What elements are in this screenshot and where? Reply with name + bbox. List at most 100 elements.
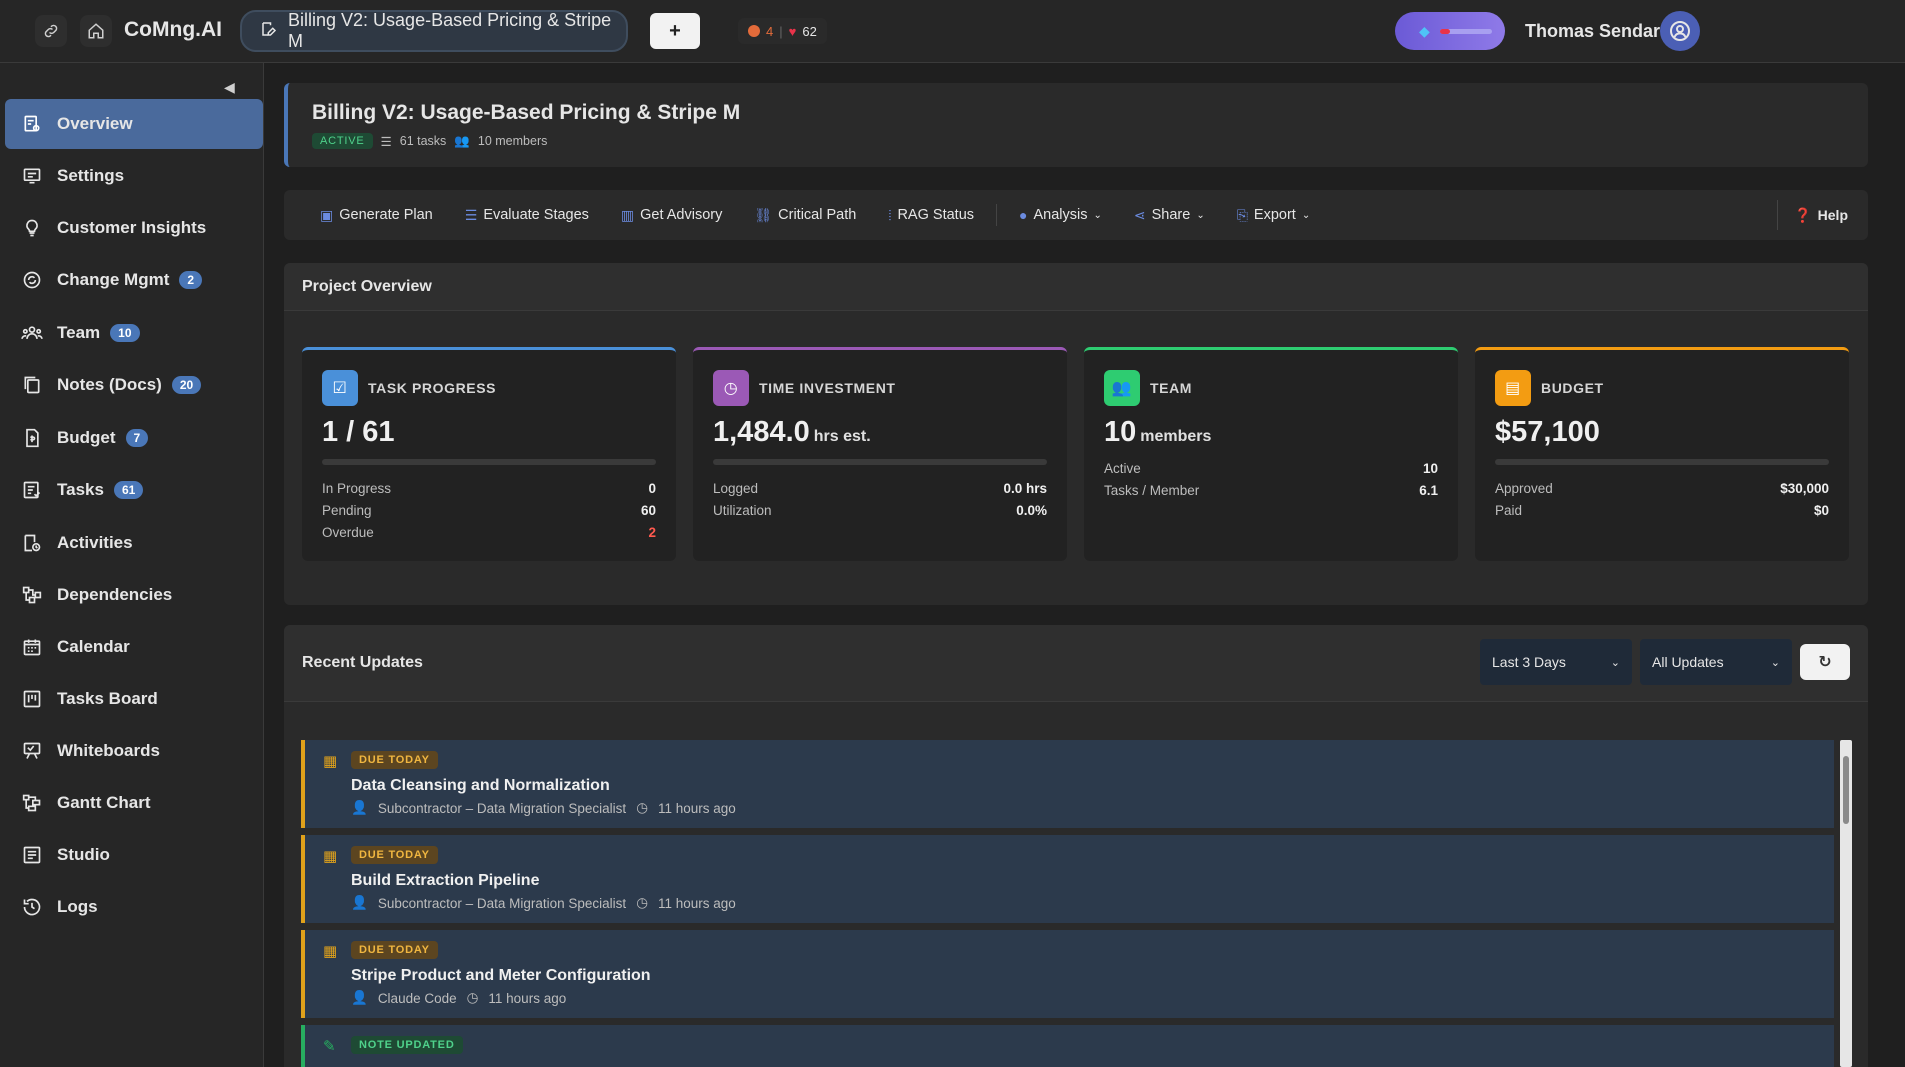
time-investment-card: ◷ TIME INVESTMENT 1,484.0 hrs est. Logged 0… <box>693 347 1067 561</box>
update-author: Subcontractor – Data Migration Specialis… <box>377 895 627 911</box>
settings-icon <box>21 165 43 187</box>
progress-bar <box>713 459 1047 465</box>
sidebar-item-label: Notes (Docs) <box>57 375 162 394</box>
sidebar-item-label: Dependencies <box>57 585 173 604</box>
action-toolbar: ▣ Generate Plan ☰ Evaluate Stages ▥ Get Adv… <box>284 190 1868 240</box>
stat-row: Paid $0 <box>1495 502 1829 518</box>
sidebar-item-whiteboards[interactable]: Whiteboards <box>5 726 263 776</box>
overview-icon <box>21 113 43 135</box>
share-dropdown[interactable]: ⋖ Share ⌄ <box>1118 200 1221 230</box>
sidebar-item-settings[interactable]: Settings <box>5 151 263 201</box>
card-unit: hrs est. <box>813 428 871 445</box>
gem-progress-bar <box>1439 28 1492 34</box>
analysis-dropdown[interactable]: ● Analysis ⌄ <box>1003 200 1118 230</box>
evaluate-stages-button[interactable]: ☰ Evaluate Stages <box>449 200 605 230</box>
sidebar-item-team[interactable]: Team 10 <box>5 308 263 358</box>
project-meta: ACTIVE ☰ 61 tasks 👥 10 members <box>312 133 1868 149</box>
brand-logo[interactable]: CoMng.AI <box>124 18 222 42</box>
edit-icon: ✎ <box>323 1038 336 1055</box>
sidebar-item-overview[interactable]: Overview <box>5 99 263 149</box>
team-card: 👥 TEAM 10 members Active 10 Tasks / Member 6… <box>1084 347 1458 561</box>
sidebar-item-change-mgmt[interactable]: Change Mgmt 2 <box>5 255 263 305</box>
user-icon: 👤 <box>351 990 368 1005</box>
sidebar-item-tasks-board[interactable]: Tasks Board <box>5 674 263 724</box>
clock-icon: ◷ <box>466 990 479 1005</box>
collapse-sidebar-icon[interactable]: ◀ <box>224 79 235 96</box>
lightbulb-icon: ● <box>1019 207 1028 223</box>
calendar-icon <box>21 636 43 658</box>
tasks-count: 61 tasks <box>399 134 447 148</box>
scrollbar-thumb[interactable] <box>1843 756 1849 824</box>
sidebar-item-studio[interactable]: Studio <box>5 830 263 880</box>
rag-status-button[interactable]: ⦙ RAG Status <box>872 200 990 230</box>
clock-icon: ◷ <box>636 800 648 815</box>
generate-plan-button[interactable]: ▣ Generate Plan <box>304 200 449 230</box>
updates-scrollbar[interactable] <box>1840 740 1852 1067</box>
members-icon: 👥 <box>454 133 470 148</box>
count-badge: 20 <box>171 376 202 394</box>
tasks-icon <box>21 479 43 501</box>
list-icon: ☰ <box>380 134 392 149</box>
card-label: TEAM <box>1150 380 1193 396</box>
user-icon: 👤 <box>351 800 368 815</box>
stat-row: Tasks / Member 6.1 <box>1104 482 1438 498</box>
status-badge: ACTIVE <box>312 133 373 149</box>
update-title: Stripe Product and Meter Configuration <box>351 967 651 984</box>
sidebar-item-dependencies[interactable]: Dependencies <box>5 570 263 620</box>
calendar-icon: ▦ <box>323 848 338 865</box>
task-progress-card: ☑ TASK PROGRESS 1 / 61 In Progress 0 Pendi… <box>302 347 676 561</box>
chevron-down-icon: ⌄ <box>1196 209 1205 221</box>
sidebar-item-notes[interactable]: Notes (Docs) 20 <box>5 360 263 410</box>
range-filter-select[interactable]: Last 3 Days ⌄ <box>1480 639 1632 685</box>
sidebar-item-activities[interactable]: Activities <box>5 518 263 568</box>
update-item[interactable]: ▦ DUE TODAY Build Extraction Pipeline 👤 S… <box>301 835 1834 923</box>
sidebar-item-gantt-chart[interactable]: Gantt Chart <box>5 778 263 828</box>
sidebar-item-label: Customer Insights <box>57 218 207 237</box>
refresh-button[interactable]: ↻ <box>1800 644 1850 680</box>
likes-count: 62 <box>802 23 817 39</box>
card-value: $57,100 <box>1495 416 1600 448</box>
link-icon[interactable] <box>35 15 67 47</box>
sidebar-item-label: Overview <box>57 114 133 133</box>
project-tab[interactable]: Billing V2: Usage-Based Pricing & Stripe… <box>240 10 628 52</box>
add-tab-button[interactable]: + <box>650 13 700 49</box>
home-icon[interactable] <box>80 15 112 47</box>
user-avatar-icon[interactable] <box>1660 11 1700 51</box>
studio-icon <box>21 844 43 866</box>
sidebar-item-label: Whiteboards <box>57 741 160 760</box>
get-advisory-button[interactable]: ▥ Get Advisory <box>605 200 738 230</box>
project-header: Billing V2: Usage-Based Pricing & Stripe… <box>284 83 1868 167</box>
notes-icon <box>21 374 43 396</box>
generate-plan-label: Generate Plan <box>339 207 433 223</box>
board-icon <box>21 688 43 710</box>
stat-row: Utilization 0.0% <box>713 502 1047 518</box>
sidebar-item-calendar[interactable]: Calendar <box>5 622 263 672</box>
sidebar-item-customer-insights[interactable]: Customer Insights <box>5 203 263 253</box>
clock-icon: ◷ <box>713 370 749 406</box>
update-item[interactable]: ✎ NOTE UPDATED <box>301 1025 1834 1067</box>
sidebar-item-tasks[interactable]: Tasks 61 <box>5 465 263 515</box>
gem-progress-pill[interactable]: ◆ <box>1395 12 1505 50</box>
logs-icon <box>21 896 43 918</box>
critical-path-button[interactable]: ⛓ Critical Path <box>738 200 872 230</box>
user-name[interactable]: Thomas Sendar <box>1525 21 1660 42</box>
update-item[interactable]: ▦ DUE TODAY Data Cleansing and Normaliza… <box>301 740 1834 828</box>
sidebar-item-budget[interactable]: Budget 7 <box>5 413 263 463</box>
stat-row: Overdue 2 <box>322 524 656 540</box>
rag-status-label: RAG Status <box>897 207 975 223</box>
chevron-down-icon: ⌄ <box>1093 209 1102 221</box>
update-item[interactable]: ▦ DUE TODAY Stripe Product and Meter Con… <box>301 930 1834 1018</box>
calendar-icon: ▦ <box>323 943 338 960</box>
clipboard-icon: ▣ <box>320 206 334 223</box>
whiteboard-icon <box>21 740 43 762</box>
export-dropdown[interactable]: ⎘ Export ⌄ <box>1221 200 1327 230</box>
type-filter-select[interactable]: All Updates ⌄ <box>1640 639 1792 685</box>
help-icon: ❓ <box>1794 206 1812 223</box>
update-author: Subcontractor – Data Migration Specialis… <box>377 800 627 816</box>
bar-chart-icon: ▥ <box>620 206 635 223</box>
stats-indicator[interactable]: 4 | ♥ 62 <box>738 18 827 44</box>
help-button[interactable]: ❓ Help <box>1777 200 1848 230</box>
card-value: 1,484.0 <box>713 416 810 448</box>
sidebar-item-logs[interactable]: Logs <box>5 882 263 932</box>
stat-count: 4 <box>766 23 774 39</box>
